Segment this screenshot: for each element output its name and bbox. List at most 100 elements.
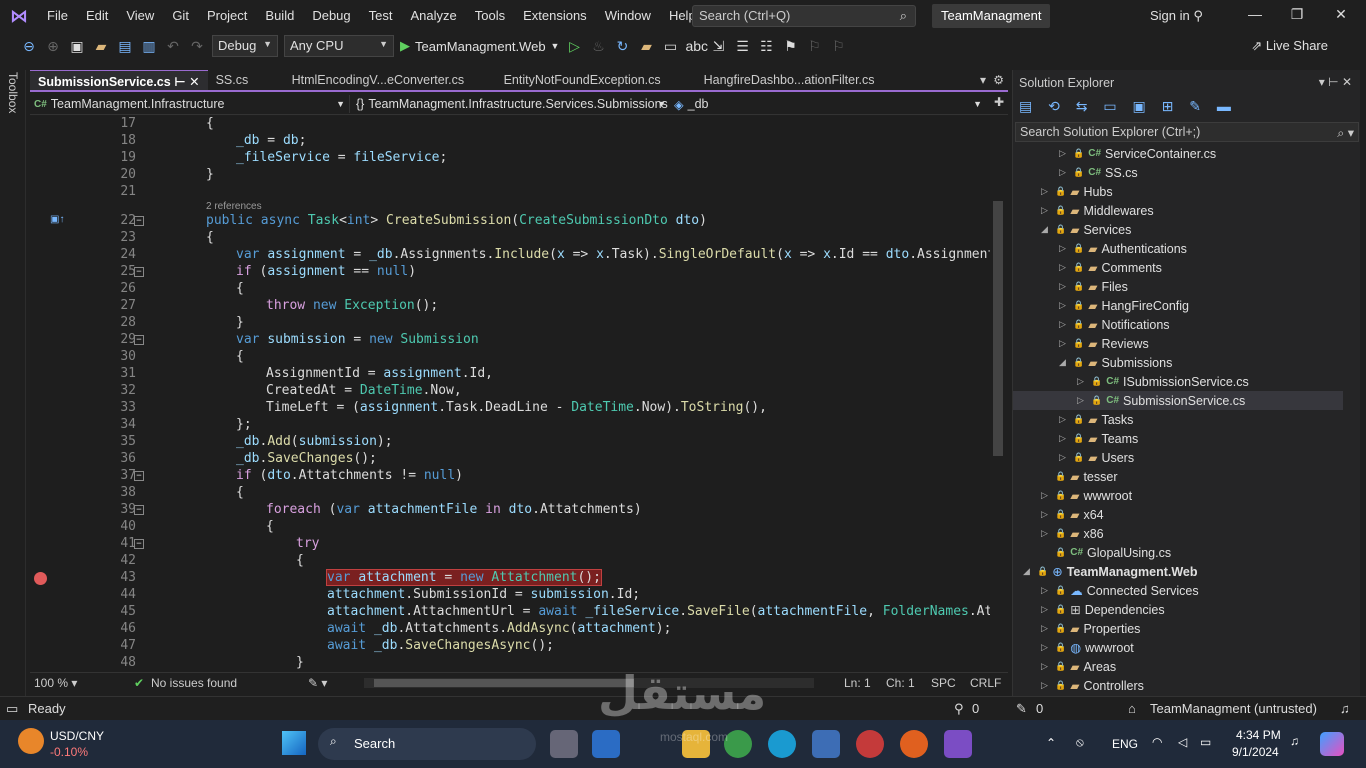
tab-hangfire[interactable]: HangfireDashbo...ationFilter.cs [696, 70, 876, 90]
menu-build[interactable]: Build [256, 0, 303, 32]
tree-item[interactable]: ▷ 🔒 ▰ Files [1013, 277, 1343, 296]
scrollbar-thumb[interactable] [374, 679, 634, 687]
collapse-icon[interactable]: − [134, 471, 144, 481]
visual-studio-icon[interactable] [944, 730, 972, 758]
browser-icon[interactable]: ▭ [661, 38, 679, 55]
changes-count[interactable]: 0 [1036, 701, 1043, 716]
tree-item[interactable]: ▷ 🔒 ▰ Comments [1013, 258, 1343, 277]
tree-item[interactable]: ◢ 🔒 ▰ Submissions [1013, 353, 1343, 372]
code-editor[interactable]: 17 { 18 _db = db; 19 _fileService = fileSer… [30, 116, 990, 672]
tree-item[interactable]: ▷ 🔒 ▰ Controllers [1013, 676, 1343, 695]
menu-file[interactable]: File [38, 0, 77, 32]
open-icon[interactable]: ▰ [92, 38, 110, 55]
bookmark-icon[interactable]: ⚑ [781, 38, 799, 55]
tree-item[interactable]: ▷ 🔒 ▰ Tasks [1013, 410, 1343, 429]
bookmark-next-icon[interactable]: ⚐ [829, 38, 847, 55]
line-ending[interactable]: CRLF [970, 676, 1001, 690]
copilot-icon[interactable] [1320, 732, 1344, 756]
tree-item[interactable]: ▷ 🔒 ▰ Middlewares [1013, 201, 1343, 220]
tree-item[interactable]: ▷ 🔒 ▰ x86 [1013, 524, 1343, 543]
expand-chevron-icon[interactable]: ▷ [1041, 205, 1051, 216]
expand-chevron-icon[interactable]: ▷ [1059, 148, 1069, 159]
chrome-icon[interactable] [724, 730, 752, 758]
menu-git[interactable]: Git [163, 0, 198, 32]
sign-in-link[interactable]: Sign in ⚲ [1150, 8, 1203, 24]
collapse-icon[interactable]: − [134, 505, 144, 515]
forward-icon[interactable]: ⊕ [44, 38, 62, 55]
tree-item[interactable]: ▷ 🔒 C# ServiceContainer.cs [1013, 144, 1343, 163]
indent-icon[interactable]: ☰ [733, 38, 751, 55]
tree-item[interactable]: ▷ 🔒 C# SubmissionService.cs [1013, 391, 1343, 410]
expand-chevron-icon[interactable]: ▷ [1059, 167, 1069, 178]
branch-icon[interactable]: ⚲ [954, 701, 964, 717]
panel-controls[interactable]: ▾ ⊢ ✕ [1319, 75, 1352, 89]
new-project-icon[interactable]: ▣ [68, 38, 86, 55]
back-icon[interactable]: ⊖ [20, 38, 38, 55]
menu-extensions[interactable]: Extensions [514, 0, 596, 32]
tree-item[interactable]: ◢ 🔒 ▰ Services [1013, 220, 1343, 239]
expand-chevron-icon[interactable]: ▷ [1077, 376, 1087, 387]
tree-item[interactable]: ▷ 🔒 ☁ Connected Services [1013, 581, 1343, 600]
redo-icon[interactable]: ↷ [188, 38, 206, 55]
menu-debug[interactable]: Debug [303, 0, 359, 32]
search-input[interactable]: Search (Ctrl+Q) ⌕ [692, 5, 916, 27]
firefox-icon[interactable] [900, 730, 928, 758]
tree-item[interactable]: ▷ 🔒 ⊞ Dependencies [1013, 600, 1343, 619]
pin-icon[interactable]: ⊢ [174, 75, 185, 89]
expand-chevron-icon[interactable]: ▷ [1041, 186, 1051, 197]
scrollbar-thumb[interactable] [993, 201, 1003, 456]
notification-bell-icon[interactable]: ♫ [1290, 734, 1299, 748]
menu-test[interactable]: Test [360, 0, 402, 32]
network-off-icon[interactable]: ⦸ [1076, 735, 1084, 750]
toolbox-strip[interactable]: Toolbox [0, 70, 26, 696]
project-dropdown[interactable]: C# TeamManagment.Infrastructure ▼ [34, 95, 350, 113]
wifi-icon[interactable]: ◠ [1152, 735, 1162, 749]
clock-date[interactable]: 9/1/2024 [1232, 745, 1279, 759]
task-view-icon[interactable] [550, 730, 578, 758]
menu-edit[interactable]: Edit [77, 0, 117, 32]
gear-icon[interactable]: ⚙ [993, 73, 1004, 87]
language-indicator[interactable]: ENG [1112, 737, 1138, 751]
expand-chevron-icon[interactable]: ▷ [1041, 509, 1051, 520]
start-debug-button[interactable]: ▶ TeamManagment.Web ▼ [400, 38, 559, 54]
editor-vertical-scrollbar[interactable] [990, 116, 1006, 672]
notification-bell-icon[interactable]: ♫ [1340, 701, 1350, 716]
breakpoint-icon[interactable] [34, 572, 47, 585]
collapse-icon[interactable]: − [134, 539, 144, 549]
collapse-icon[interactable]: − [134, 216, 144, 226]
line-position[interactable]: Ln: 1 [844, 676, 871, 690]
ticker-label[interactable]: USD/CNY [50, 729, 104, 743]
tree-item[interactable]: ▷ 🔒 ▰ wwwroot [1013, 486, 1343, 505]
expand-chevron-icon[interactable]: ▷ [1041, 604, 1051, 615]
expand-chevron-icon[interactable]: ◢ [1041, 224, 1051, 235]
tree-item[interactable]: 🔒 C# GlopalUsing.cs [1013, 543, 1343, 562]
brush-icon[interactable]: ✎ ▾ [308, 676, 327, 690]
tab-ss[interactable]: SS.cs [208, 70, 284, 90]
expand-chevron-icon[interactable]: ▷ [1041, 680, 1051, 691]
expand-chevron-icon[interactable]: ◢ [1059, 357, 1069, 368]
expand-chevron-icon[interactable]: ▷ [1077, 395, 1087, 406]
tree-item[interactable]: ▷ 🔒 C# SS.cs [1013, 163, 1343, 182]
tab-list-chevron-icon[interactable]: ▾ [980, 73, 986, 87]
tree-item[interactable]: ▷ 🔒 ▰ Properties [1013, 619, 1343, 638]
repo-status[interactable]: TeamManagment (untrusted) [1150, 701, 1317, 716]
expand-chevron-icon[interactable]: ▷ [1041, 585, 1051, 596]
zoom-select[interactable]: 100 % ▾ [34, 676, 77, 690]
references-codelens[interactable]: 2 references [206, 201, 262, 212]
expand-chevron-icon[interactable]: ◢ [1023, 566, 1033, 577]
expand-chevron-icon[interactable]: ▷ [1059, 433, 1069, 444]
expand-chevron-icon[interactable]: ▷ [1059, 338, 1069, 349]
class-dropdown[interactable]: {} TeamManagment.Infrastructure.Services.… [356, 95, 668, 113]
windows-start-icon[interactable] [282, 731, 306, 755]
undo-icon[interactable]: ↶ [164, 38, 182, 55]
menu-window[interactable]: Window [596, 0, 660, 32]
split-editor-icon[interactable]: ✚ [994, 95, 1004, 109]
expand-chevron-icon[interactable]: ▷ [1059, 414, 1069, 425]
tab-entitynotfound[interactable]: EntityNotFoundException.cs [496, 70, 696, 90]
start-without-debug-icon[interactable]: ▷ [565, 38, 583, 55]
implementation-icon[interactable]: ▣↑ [50, 214, 64, 225]
expand-chevron-icon[interactable]: ▷ [1041, 528, 1051, 539]
teams-icon[interactable] [592, 730, 620, 758]
menu-project[interactable]: Project [198, 0, 256, 32]
tree-item[interactable]: ▷ 🔒 ▰ Hubs [1013, 182, 1343, 201]
